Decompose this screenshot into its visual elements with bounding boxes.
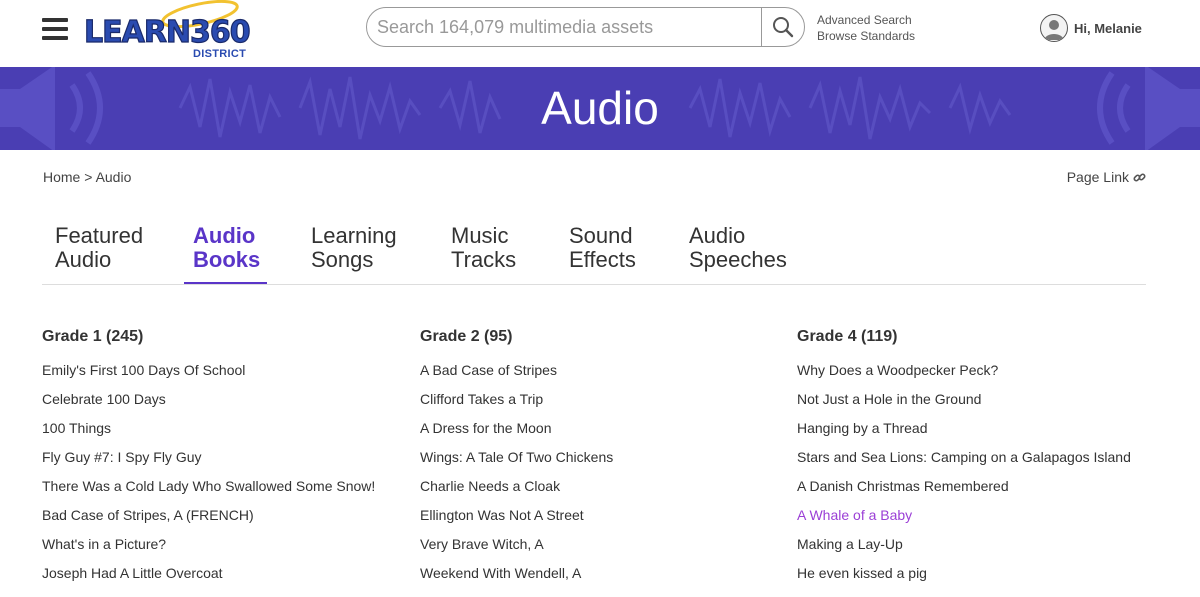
grade-heading[interactable]: Grade 1 (245) bbox=[42, 327, 375, 347]
tab-label-line2: Audio bbox=[55, 247, 112, 272]
list-item[interactable]: Charlie Needs a Cloak bbox=[420, 477, 613, 506]
list-item[interactable]: 100 Things bbox=[42, 419, 375, 448]
list-item[interactable]: Hanging by a Thread bbox=[797, 419, 1131, 448]
menu-icon[interactable] bbox=[42, 18, 68, 40]
tab-label-line1: Audio bbox=[193, 223, 256, 248]
advanced-search-link[interactable]: Advanced Search bbox=[817, 12, 915, 28]
tab-music-tracks[interactable]: Music Tracks bbox=[451, 224, 516, 272]
grade-column-3: Grade 4 (119) Why Does a Woodpecker Peck… bbox=[797, 327, 1131, 593]
list-item[interactable]: Wings: A Tale Of Two Chickens bbox=[420, 448, 613, 477]
tab-sound-effects[interactable]: Sound Effects bbox=[569, 224, 636, 272]
list-item[interactable]: Emily's First 100 Days Of School bbox=[42, 361, 375, 390]
list-item[interactable]: Why Does a Woodpecker Peck? bbox=[797, 361, 1131, 390]
list-item[interactable]: A Bad Case of Stripes bbox=[420, 361, 613, 390]
list-item[interactable]: A Dress for the Moon bbox=[420, 419, 613, 448]
list-item[interactable]: Not Just a Hole in the Ground bbox=[797, 390, 1131, 419]
tab-label-line2: Tracks bbox=[451, 247, 517, 272]
search-icon bbox=[773, 17, 794, 38]
search-button[interactable] bbox=[761, 8, 804, 46]
page-link[interactable]: Page Link bbox=[1067, 169, 1146, 185]
grade-column-2: Grade 2 (95) A Bad Case of Stripes Cliff… bbox=[420, 327, 613, 593]
list-item[interactable]: Very Brave Witch, A bbox=[420, 535, 613, 564]
list-item[interactable]: Fly Guy #7: I Spy Fly Guy bbox=[42, 448, 375, 477]
tab-label-line2: Speeches bbox=[689, 247, 787, 272]
list-item-hovered[interactable]: A Whale of a Baby bbox=[797, 506, 1131, 535]
browse-standards-link[interactable]: Browse Standards bbox=[817, 28, 915, 44]
tab-label-line1: Music bbox=[451, 223, 509, 248]
list-item[interactable]: A Danish Christmas Remembered bbox=[797, 477, 1131, 506]
breadcrumb-separator: > bbox=[84, 169, 93, 185]
scroll-fade bbox=[0, 582, 1200, 597]
breadcrumb-home[interactable]: Home bbox=[43, 169, 80, 185]
tab-label-line2: Effects bbox=[569, 247, 636, 272]
tab-label-line2: Books bbox=[193, 247, 261, 272]
breadcrumb-current: Audio bbox=[95, 169, 132, 185]
search-bar bbox=[366, 7, 805, 47]
tab-label-line1: Audio bbox=[689, 223, 746, 248]
list-item[interactable]: Stars and Sea Lions: Camping on a Galapa… bbox=[797, 448, 1131, 477]
breadcrumb: Home > Audio bbox=[43, 169, 131, 185]
tab-learning-songs[interactable]: Learning Songs bbox=[311, 224, 397, 272]
logo-subtext: DISTRICT bbox=[193, 48, 247, 60]
category-tabs: Featured Audio Audio Books Learning Song… bbox=[42, 224, 1146, 285]
active-tab-indicator bbox=[184, 282, 267, 284]
page-title: Audio bbox=[541, 82, 659, 134]
tab-label-line1: Sound bbox=[569, 223, 633, 248]
grade-column-1: Grade 1 (245) Emily's First 100 Days Of … bbox=[42, 327, 375, 593]
tab-audio-books[interactable]: Audio Books bbox=[193, 224, 260, 272]
user-avatar-icon bbox=[1040, 14, 1068, 42]
list-item[interactable]: What's in a Picture? bbox=[42, 535, 375, 564]
list-item[interactable]: Celebrate 100 Days bbox=[42, 390, 375, 419]
list-item[interactable]: There Was a Cold Lady Who Swallowed Some… bbox=[42, 477, 375, 506]
tab-label-line1: Learning bbox=[311, 223, 397, 248]
logo-text: LEARN360 bbox=[84, 15, 250, 50]
user-menu[interactable]: Hi, Melanie bbox=[1040, 13, 1142, 43]
tab-audio-speeches[interactable]: Audio Speeches bbox=[689, 224, 787, 272]
list-item[interactable]: Bad Case of Stripes, A (FRENCH) bbox=[42, 506, 375, 535]
page-banner: Audio bbox=[0, 67, 1200, 150]
link-icon bbox=[1133, 172, 1146, 182]
top-header: LEARN360 DISTRICT Advanced Search Browse… bbox=[0, 0, 1200, 67]
tab-label-line1: Featured bbox=[55, 223, 144, 248]
grade-heading[interactable]: Grade 4 (119) bbox=[797, 327, 1131, 347]
list-item[interactable]: Clifford Takes a Trip bbox=[420, 390, 613, 419]
grade-heading[interactable]: Grade 2 (95) bbox=[420, 327, 613, 347]
tab-featured-audio[interactable]: Featured Audio bbox=[55, 224, 143, 272]
page-link-label: Page Link bbox=[1066, 169, 1129, 185]
tab-label-line2: Songs bbox=[311, 247, 374, 272]
list-item[interactable]: Making a Lay-Up bbox=[797, 535, 1131, 564]
user-greeting: Hi, Melanie bbox=[1074, 20, 1142, 36]
list-item[interactable]: Ellington Was Not A Street bbox=[420, 506, 613, 535]
search-input[interactable] bbox=[377, 8, 762, 46]
